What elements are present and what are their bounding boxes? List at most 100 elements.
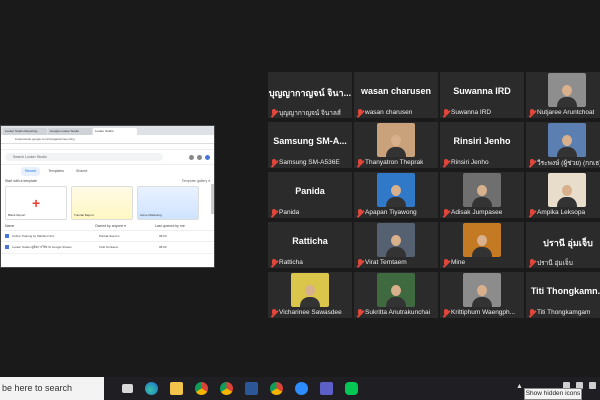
participant-name-bar: wasan charusen — [354, 107, 438, 118]
app-header: Search Looker Studio — [1, 150, 214, 165]
participant-tile[interactable]: Rinsiri Jenho Rinsiri Jenho — [440, 122, 524, 168]
muted-mic-icon — [357, 108, 363, 117]
participant-tile[interactable]: Adisak Jumpasee — [440, 172, 524, 218]
participant-tile[interactable]: Titi Thongkamn... Titi Thongkamgam — [526, 272, 600, 318]
participant-video — [463, 273, 501, 307]
report-row[interactable]: Looker Studio คู่มือการใช้งาน Google She… — [1, 242, 214, 254]
participant-name: Virat Temtaem — [365, 259, 407, 266]
blank-report-tile[interactable]: + Blank Report — [5, 186, 67, 220]
participant-tile[interactable]: Ampika Leksopa — [526, 172, 600, 218]
participant-name-bar: Suwanna IRD — [440, 107, 524, 118]
report-row[interactable]: Online Training by Mahidol Univ Panida S… — [1, 231, 214, 242]
participant-display-name: บุญญากาญจน์ จินา... — [268, 88, 352, 98]
search-input[interactable]: Search Looker Studio — [5, 153, 163, 161]
participant-name: Panida — [279, 209, 300, 216]
participant-name-bar: Titi Thongkamgam — [526, 307, 600, 318]
participant-tile[interactable]: Ratticha Ratticha — [268, 222, 352, 268]
participant-video — [377, 173, 415, 207]
edge-icon[interactable] — [145, 382, 158, 395]
participant-tile[interactable]: Vicharinee Sawasdee — [268, 272, 352, 318]
participant-tile[interactable]: Panida Panida — [268, 172, 352, 218]
browser-tab[interactable]: Looker Studio Reporting — [3, 128, 47, 135]
avatar[interactable] — [205, 154, 210, 160]
shared-screen-window[interactable]: Looker Studio Reporting Google Looker St… — [0, 125, 215, 268]
participant-tile[interactable]: wasan charusen wasan charusen — [354, 72, 438, 118]
participant-name-bar: ปรานี อุ่มเจ็บ — [526, 257, 600, 268]
muted-mic-icon — [271, 308, 277, 317]
browser-tab[interactable]: Google Looker Studio — [48, 128, 92, 135]
participant-name-bar: Adisak Jumpasee — [440, 207, 524, 218]
participant-name-bar: Krittiphum Waengph... — [440, 307, 524, 318]
address-bar[interactable]: lookerstudio.google.com/navigation/repor… — [1, 135, 214, 144]
muted-mic-icon — [443, 208, 449, 217]
chrome-icon[interactable] — [270, 382, 283, 395]
windows-taskbar: be here to search — [0, 377, 600, 400]
plus-icon: + — [32, 195, 41, 211]
participant-video — [463, 223, 501, 257]
participant-tile[interactable]: Thanyatron Theprak — [354, 122, 438, 168]
line-icon[interactable] — [345, 382, 358, 395]
participant-tile[interactable]: Krittiphum Waengph... — [440, 272, 524, 318]
chrome-icon[interactable] — [195, 382, 208, 395]
teams-icon[interactable] — [320, 382, 333, 395]
participant-tile[interactable]: Nutjaree Aruntchoat — [526, 72, 600, 118]
template-gallery-link[interactable]: Template gallery ▾ — [182, 179, 210, 183]
report-date: 08:09 — [159, 234, 167, 238]
show-hidden-icons-tooltip: Show hidden icons — [524, 388, 582, 400]
participant-name: Nutjaree Aruntchoat — [537, 109, 595, 116]
apps-icon[interactable] — [197, 154, 202, 160]
help-icon[interactable] — [189, 154, 194, 160]
word-icon[interactable] — [245, 382, 258, 395]
participant-tile[interactable]: Virat Temtaem — [354, 222, 438, 268]
participant-video — [463, 173, 501, 207]
chevron-up-icon[interactable]: ▲ — [516, 383, 523, 390]
column-owner[interactable]: Owned by anyone ▾ — [95, 224, 155, 228]
muted-mic-icon — [357, 258, 363, 267]
participant-name-bar: Mine — [440, 257, 524, 268]
report-icon — [5, 245, 9, 249]
report-date: 08:09 — [159, 245, 167, 249]
browser-tab-active[interactable]: Looker Studio — [93, 128, 137, 135]
participant-name: Thanyatron Theprak — [365, 159, 424, 166]
participant-name-bar: Thanyatron Theprak — [354, 157, 438, 168]
zoom-icon[interactable] — [295, 382, 308, 395]
participant-display-name: Suwanna IRD — [453, 86, 511, 96]
participant-name: Sukritta Anutrakunchai — [365, 309, 431, 316]
participant-tile[interactable]: วีระพงษ์ (ผู้ช่วย) (กกเธ) — [526, 122, 600, 168]
muted-mic-icon — [529, 158, 535, 167]
acme-marketing-tile[interactable]: Acme Marketing — [137, 186, 199, 220]
column-opened[interactable]: Last opened by me — [155, 224, 185, 228]
tab-templates[interactable]: Templates — [44, 167, 68, 176]
muted-mic-icon — [357, 208, 363, 217]
tab-recent[interactable]: Recent — [21, 167, 41, 176]
scrollbar[interactable] — [211, 184, 214, 214]
column-name[interactable]: Name — [5, 224, 95, 228]
file-explorer-icon[interactable] — [170, 382, 183, 395]
muted-mic-icon — [443, 158, 449, 167]
muted-mic-icon — [529, 258, 535, 267]
participant-tile[interactable]: Suwanna IRD Suwanna IRD — [440, 72, 524, 118]
participant-name: Mine — [451, 259, 466, 266]
participant-name: บุญญากาญจน์ จินาลส์ — [279, 109, 341, 117]
muted-mic-icon — [271, 208, 277, 217]
battery-icon[interactable] — [589, 382, 596, 389]
participant-name: Krittiphum Waengph... — [451, 309, 516, 316]
participant-display-name: ปรานี อุ่มเจ็บ — [543, 238, 593, 248]
tutorial-report-tile[interactable]: Tutorial Report — [71, 186, 133, 220]
participant-tile[interactable]: ปรานี อุ่มเจ็บ ปรานี อุ่มเจ็บ — [526, 222, 600, 268]
participant-tile[interactable]: Sukritta Anutrakunchai — [354, 272, 438, 318]
participant-tile[interactable]: Mine — [440, 222, 524, 268]
participant-tile[interactable]: บุญญากาญจน์ จินา... บุญญากาญจน์ จินาลส์ — [268, 72, 352, 118]
task-view-icon[interactable] — [122, 384, 133, 393]
participant-tile[interactable]: Samsung SM-A... Samsung SM-A536E — [268, 122, 352, 168]
tab-shared[interactable]: Shared — [72, 167, 91, 176]
template-section-header: Start with a template Template gallery ▾ — [1, 176, 214, 186]
muted-mic-icon — [529, 108, 535, 117]
report-owner: Panida Sae-lim — [99, 234, 120, 238]
taskbar-search-input[interactable]: be here to search — [0, 377, 104, 400]
participant-tile[interactable]: Apapan Tiyawong — [354, 172, 438, 218]
muted-mic-icon — [529, 208, 535, 217]
participant-name-bar: วีระพงษ์ (ผู้ช่วย) (กกเธ) — [526, 157, 600, 168]
chrome-icon[interactable] — [220, 382, 233, 395]
muted-mic-icon — [271, 258, 277, 267]
